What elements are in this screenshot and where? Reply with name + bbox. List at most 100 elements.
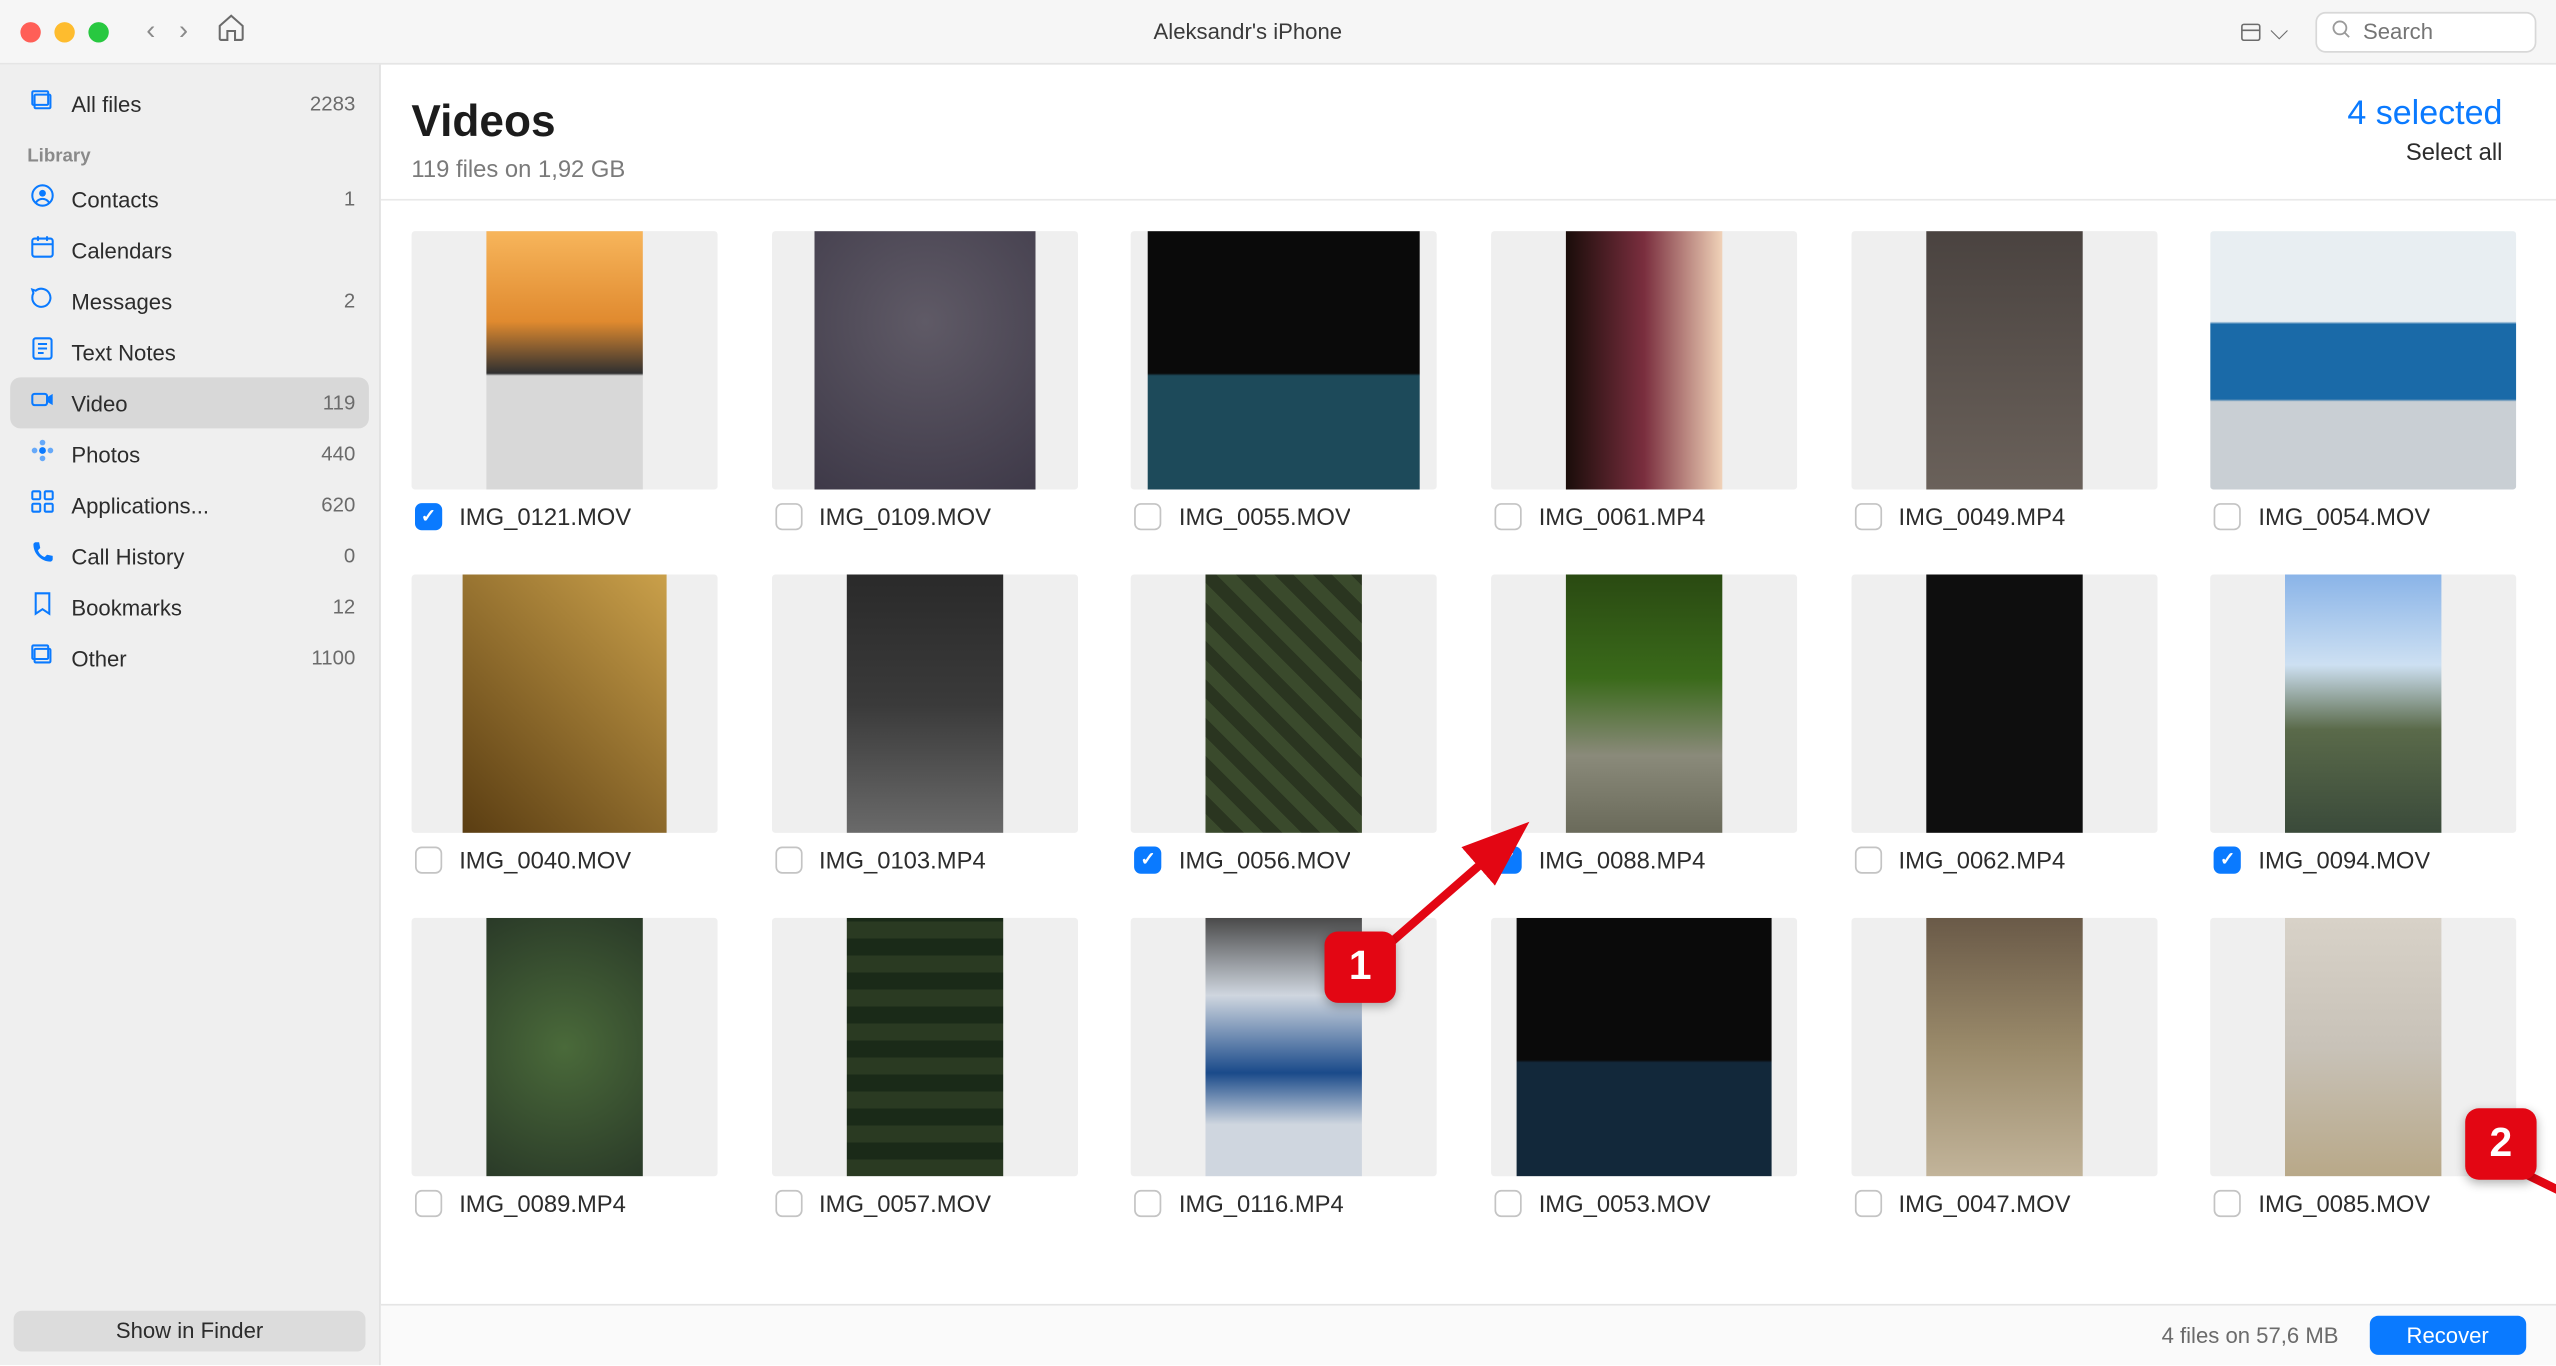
search-input[interactable] [2363, 19, 2521, 45]
sidebar-item-count: 1100 [311, 646, 355, 670]
sidebar-item-label: Text Notes [71, 339, 355, 365]
file-name: IMG_0049.MP4 [1898, 503, 2065, 530]
sidebar-item-notes[interactable]: Text Notes [10, 326, 369, 377]
video-thumbnail[interactable] [411, 575, 717, 833]
select-checkbox[interactable] [775, 847, 802, 874]
sidebar-item-calls[interactable]: Call History 0 [10, 530, 369, 581]
grid-cell: IMG_0089.MP4 [411, 918, 737, 1217]
select-checkbox[interactable] [1134, 1190, 1161, 1217]
select-checkbox[interactable] [1854, 1190, 1881, 1217]
grid-cell: IMG_0085.MOV [2211, 918, 2537, 1217]
sidebar-item-photos[interactable]: Photos 440 [10, 428, 369, 479]
calls-icon [24, 539, 61, 573]
bookmarks-icon [24, 590, 61, 624]
home-button[interactable] [215, 12, 246, 51]
file-name: IMG_0103.MP4 [819, 847, 986, 874]
select-checkbox[interactable] [1494, 1190, 1521, 1217]
view-mode-toggle[interactable]: ⌵ [2229, 14, 2298, 50]
video-thumbnail[interactable] [1131, 918, 1437, 1176]
video-thumbnail[interactable] [1131, 231, 1437, 489]
select-checkbox[interactable] [1494, 503, 1521, 530]
sidebar-item-bookmarks[interactable]: Bookmarks 12 [10, 581, 369, 632]
video-thumbnail[interactable] [411, 231, 717, 489]
grid-cell: IMG_0054.MOV [2211, 231, 2537, 530]
file-name: IMG_0057.MOV [819, 1190, 991, 1217]
stack-icon [24, 87, 61, 121]
sidebar-item-all-files[interactable]: All files 2283 [10, 78, 369, 129]
video-thumbnail[interactable] [2211, 918, 2517, 1176]
file-name: IMG_0053.MOV [1539, 1190, 1711, 1217]
apps-icon [24, 488, 61, 522]
sidebar-item-count: 1 [344, 187, 355, 211]
select-checkbox[interactable] [775, 1190, 802, 1217]
file-name: IMG_0088.MP4 [1539, 847, 1706, 874]
select-checkbox[interactable] [1134, 503, 1161, 530]
file-name: IMG_0085.MOV [2258, 1190, 2430, 1217]
sidebar-item-count: 2283 [310, 92, 355, 116]
main-header: Videos 119 files on 1,92 GB 4 selected S… [381, 65, 2556, 201]
file-name: IMG_0116.MP4 [1179, 1190, 1344, 1217]
video-thumbnail[interactable] [1491, 918, 1797, 1176]
video-thumbnail[interactable] [1491, 231, 1797, 489]
page-subtitle: 119 files on 1,92 GB [411, 155, 625, 182]
select-checkbox[interactable] [1134, 847, 1161, 874]
recover-button[interactable]: Recover [2369, 1316, 2526, 1355]
nav-back-button[interactable]: ‹ [139, 13, 162, 50]
sidebar-item-contacts[interactable]: Contacts 1 [10, 173, 369, 224]
select-all-link[interactable]: Select all [2347, 138, 2502, 165]
file-name: IMG_0056.MOV [1179, 847, 1351, 874]
sidebar-item-count: 0 [344, 544, 355, 568]
select-checkbox[interactable] [1854, 847, 1881, 874]
show-in-finder-button[interactable]: Show in Finder [14, 1311, 366, 1352]
sidebar-item-other[interactable]: Other 1100 [10, 632, 369, 683]
sidebar-item-label: Calendars [71, 237, 355, 262]
select-checkbox[interactable] [2214, 503, 2241, 530]
video-thumbnail[interactable] [771, 231, 1077, 489]
file-name: IMG_0089.MP4 [459, 1190, 626, 1217]
sidebar-item-messages[interactable]: Messages 2 [10, 275, 369, 326]
video-thumbnail[interactable] [411, 918, 717, 1176]
sidebar-item-apps[interactable]: Applications... 620 [10, 479, 369, 530]
select-checkbox[interactable] [1494, 847, 1521, 874]
sidebar-item-video[interactable]: Video 119 [10, 377, 369, 428]
app-window: ‹ › Aleksandr's iPhone ⌵ [0, 0, 2556, 1365]
grid-cell: IMG_0061.MP4 [1491, 231, 1817, 530]
select-checkbox[interactable] [415, 847, 442, 874]
video-thumbnail[interactable] [2211, 231, 2517, 489]
thumbnail-grid: IMG_0121.MOV IMG_0109.MOV IMG_0055.MOV I… [411, 231, 2536, 1217]
video-thumbnail[interactable] [1851, 918, 2157, 1176]
sidebar-list: All files 2283 Library Contacts 1 Calend… [0, 65, 379, 1308]
select-checkbox[interactable] [2214, 1190, 2241, 1217]
select-checkbox[interactable] [2214, 847, 2241, 874]
maximize-window-button[interactable] [88, 21, 108, 41]
video-thumbnail[interactable] [771, 575, 1077, 833]
select-checkbox[interactable] [775, 503, 802, 530]
video-thumbnail[interactable] [1131, 575, 1437, 833]
video-thumbnail[interactable] [1851, 231, 2157, 489]
video-thumbnail[interactable] [1851, 575, 2157, 833]
grid-scroll[interactable]: IMG_0121.MOV IMG_0109.MOV IMG_0055.MOV I… [381, 201, 2556, 1304]
sidebar-item-count: 620 [321, 493, 355, 517]
select-checkbox[interactable] [415, 503, 442, 530]
search-box[interactable] [2315, 11, 2536, 52]
titlebar: ‹ › Aleksandr's iPhone ⌵ [0, 0, 2556, 65]
grid-cell: IMG_0057.MOV [771, 918, 1097, 1217]
file-name: IMG_0109.MOV [819, 503, 991, 530]
video-thumbnail[interactable] [1491, 575, 1797, 833]
select-checkbox[interactable] [1854, 503, 1881, 530]
close-window-button[interactable] [20, 21, 40, 41]
sidebar-item-label: Other [71, 645, 311, 671]
window-controls [20, 21, 108, 41]
grid-cell: IMG_0062.MP4 [1851, 575, 2177, 874]
file-name: IMG_0094.MOV [2258, 847, 2430, 874]
sidebar-item-calendar[interactable]: Calendars [10, 224, 369, 275]
select-checkbox[interactable] [415, 1190, 442, 1217]
window-title: Aleksandr's iPhone [266, 19, 2229, 45]
body: All files 2283 Library Contacts 1 Calend… [0, 65, 2556, 1366]
video-thumbnail[interactable] [771, 918, 1077, 1176]
sidebar-section-header: Library [10, 129, 369, 173]
nav-forward-button[interactable]: › [172, 13, 195, 50]
grid-cell: IMG_0047.MOV [1851, 918, 2177, 1217]
minimize-window-button[interactable] [54, 21, 74, 41]
video-thumbnail[interactable] [2211, 575, 2517, 833]
